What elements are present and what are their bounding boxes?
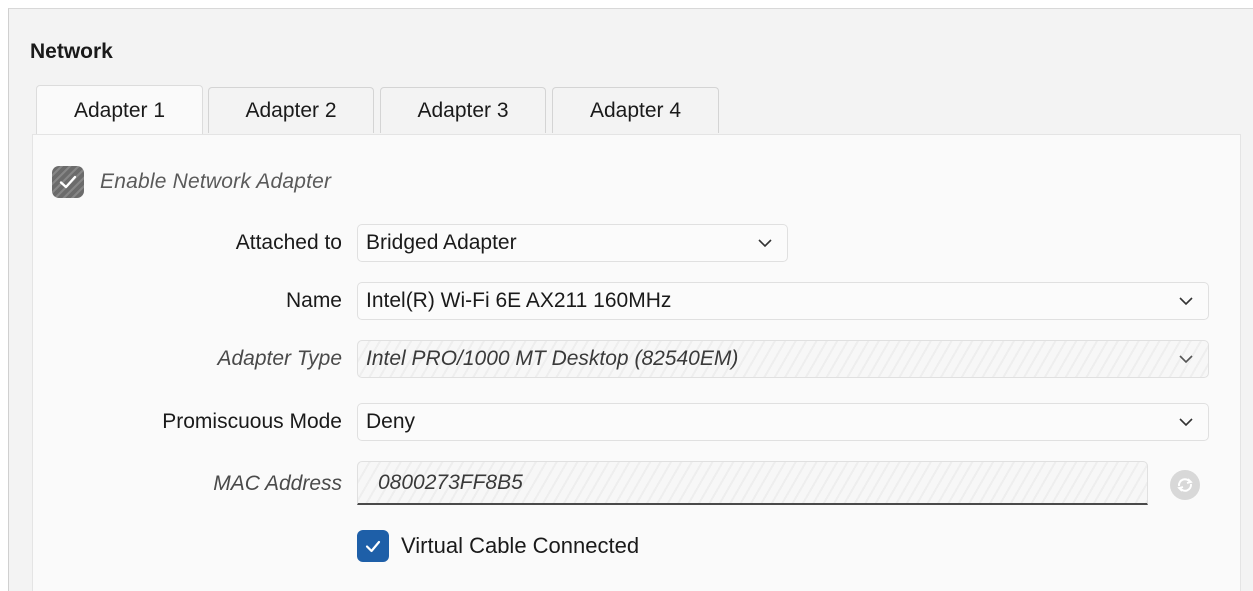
promiscuous-mode-value: Deny — [366, 410, 416, 433]
adapter-type-select[interactable]: Intel PRO/1000 MT Desktop (82540EM) — [357, 340, 1209, 378]
check-icon — [365, 540, 381, 553]
chevron-down-icon — [1179, 355, 1193, 364]
tab-adapter-4[interactable]: Adapter 4 — [552, 87, 719, 133]
name-select[interactable]: Intel(R) Wi-Fi 6E AX211 160MHz — [357, 282, 1209, 320]
section-title: Network — [30, 40, 113, 63]
attached-to-value: Bridged Adapter — [366, 231, 517, 254]
attached-to-label: Attached to — [235, 231, 342, 254]
virtual-cable-label: Virtual Cable Connected — [401, 533, 640, 558]
attached-to-select[interactable]: Bridged Adapter — [357, 224, 788, 262]
chevron-down-icon — [1179, 297, 1193, 306]
enable-adapter-row: Enable Network Adapter — [52, 164, 331, 200]
generate-mac-button[interactable] — [1170, 470, 1200, 500]
check-icon — [59, 175, 77, 189]
virtual-cable-checkbox[interactable] — [357, 530, 389, 562]
tab-adapter-3[interactable]: Adapter 3 — [380, 87, 546, 133]
name-value: Intel(R) Wi-Fi 6E AX211 160MHz — [366, 289, 672, 312]
enable-adapter-checkbox[interactable] — [52, 166, 84, 198]
name-label: Name — [285, 289, 342, 312]
enable-adapter-label: Enable Network Adapter — [100, 170, 332, 193]
refresh-icon — [1177, 478, 1193, 492]
mac-address-label: MAC Address — [213, 472, 342, 495]
virtual-cable-row: Virtual Cable Connected — [357, 529, 639, 563]
adapter-type-value: Intel PRO/1000 MT Desktop (82540EM) — [366, 347, 739, 370]
promiscuous-mode-label: Promiscuous Mode — [162, 410, 342, 433]
mac-address-input[interactable]: 0800273FF8B5 — [357, 461, 1148, 505]
promiscuous-mode-select[interactable]: Deny — [357, 403, 1209, 441]
adapter-type-label: Adapter Type — [217, 347, 342, 370]
chevron-down-icon — [1179, 418, 1193, 427]
mac-address-value: 0800273FF8B5 — [378, 470, 523, 494]
chevron-down-icon — [758, 239, 772, 248]
tab-adapter-1[interactable]: Adapter 1 — [36, 85, 203, 135]
tab-adapter-2[interactable]: Adapter 2 — [208, 87, 374, 133]
